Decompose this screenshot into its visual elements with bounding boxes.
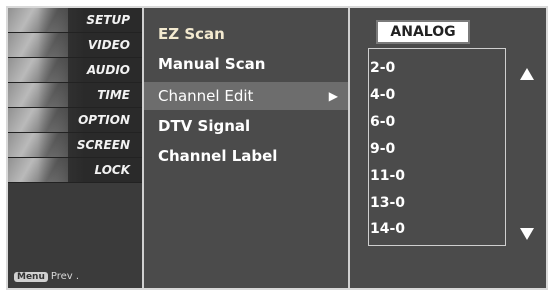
scroll-up-icon[interactable] xyxy=(520,68,534,80)
submenu-item-label: Channel Edit xyxy=(158,87,254,105)
channel-item[interactable]: 2-0 xyxy=(370,60,395,76)
channel-item[interactable]: 4-0 xyxy=(370,87,395,103)
tv-osd-screen: SETUP VIDEO AUDIO TIME OPTION SCREEN LOC… xyxy=(0,0,554,296)
menu-item-setup[interactable]: SETUP xyxy=(8,8,142,33)
scroll-down-icon[interactable] xyxy=(520,228,534,240)
submenu-item-ez-scan[interactable]: EZ Scan xyxy=(144,20,348,48)
menu-item-label: LOCK xyxy=(94,163,130,177)
menu-item-label: SCREEN xyxy=(76,138,130,152)
channel-list-panel: ANALOG 2-0 4-0 6-0 9-0 11-0 13-0 14-0 xyxy=(350,8,546,288)
channel-item[interactable]: 6-0 xyxy=(370,114,395,130)
menu-item-label: AUDIO xyxy=(86,63,130,77)
prev-label: Prev . xyxy=(50,271,80,282)
menu-item-label: OPTION xyxy=(78,113,130,127)
submenu-item-dtv-signal[interactable]: DTV Signal xyxy=(144,112,348,140)
channel-item[interactable]: 9-0 xyxy=(370,141,395,157)
chevron-right-icon: ▶ xyxy=(328,89,338,103)
menu-item-screen[interactable]: SCREEN xyxy=(8,133,142,158)
menu-frame: SETUP VIDEO AUDIO TIME OPTION SCREEN LOC… xyxy=(6,6,548,290)
submenu-item-channel-edit[interactable]: Channel Edit ▶ xyxy=(144,82,348,110)
menu-item-option[interactable]: OPTION xyxy=(8,108,142,133)
submenu-item-manual-scan[interactable]: Manual Scan xyxy=(144,50,348,78)
channel-item[interactable]: 13-0 xyxy=(370,195,405,211)
channel-submenu: EZ Scan Manual Scan Channel Edit ▶ DTV S… xyxy=(144,8,350,288)
menu-item-audio[interactable]: AUDIO xyxy=(8,58,142,83)
analog-mode-button[interactable]: ANALOG xyxy=(376,20,470,44)
channel-item[interactable]: 14-0 xyxy=(370,221,405,237)
main-menu-sidebar: SETUP VIDEO AUDIO TIME OPTION SCREEN LOC… xyxy=(8,8,144,288)
submenu-item-label: Manual Scan xyxy=(158,55,266,73)
menu-key-icon: Menu xyxy=(14,272,48,282)
prev-hint[interactable]: Menu Prev . xyxy=(14,271,79,282)
submenu-item-label: Channel Label xyxy=(158,147,278,165)
submenu-item-label: EZ Scan xyxy=(158,25,225,43)
channel-item[interactable]: 11-0 xyxy=(370,168,405,184)
submenu-item-label: DTV Signal xyxy=(158,117,251,135)
menu-item-lock[interactable]: LOCK xyxy=(8,158,142,183)
menu-item-label: VIDEO xyxy=(87,38,130,52)
menu-item-time[interactable]: TIME xyxy=(8,83,142,108)
menu-item-video[interactable]: VIDEO xyxy=(8,33,142,58)
submenu-item-channel-label[interactable]: Channel Label xyxy=(144,142,348,170)
menu-item-label: SETUP xyxy=(86,13,130,27)
menu-item-label: TIME xyxy=(97,88,130,102)
